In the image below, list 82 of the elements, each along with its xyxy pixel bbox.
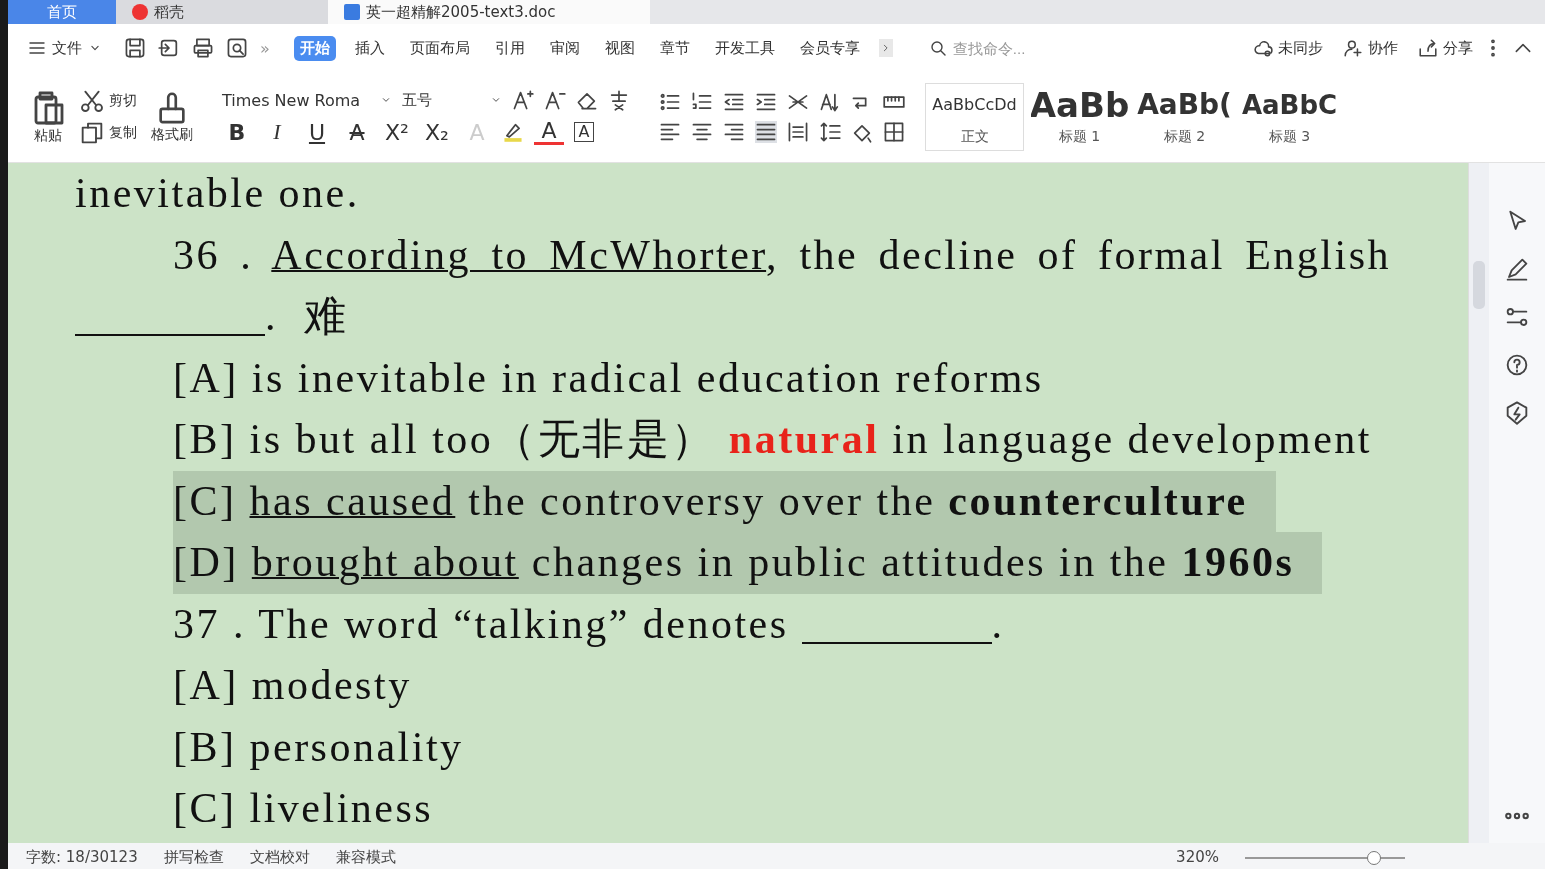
align-right-icon[interactable] [723,121,745,143]
format-button[interactable]: A [534,119,564,145]
document-tab[interactable]: 稻壳 [116,0,328,24]
font-size-field[interactable]: 五号 [402,90,502,110]
pen-icon[interactable] [1505,257,1529,281]
badge-icon[interactable] [1505,401,1529,425]
status-text[interactable]: 文档校对 [249,849,310,865]
search-field[interactable]: 查找命令... [928,38,1075,58]
distribute-icon[interactable] [787,121,809,143]
style-preset[interactable]: AaBbC 标题 3 [1240,83,1339,151]
collaborate-button[interactable]: 协作 [1343,38,1398,58]
copy-icon [80,121,104,145]
font-grow-icon[interactable] [512,89,534,111]
style-preset[interactable]: AaBbCcDd 正文 [925,83,1024,151]
ribbon-tab[interactable]: 插入 [348,35,391,61]
bullet-list-icon[interactable] [659,91,681,113]
format-button[interactable]: B [222,119,252,145]
format-button[interactable]: U [302,119,332,145]
text-line: . 难 [75,293,349,339]
indent-icon[interactable] [755,91,777,113]
menu-icon [28,39,46,57]
format-button[interactable]: X₂ [422,119,452,145]
text-line: inevitable one. [75,170,360,216]
ribbon-tab[interactable]: 会员专享 [793,35,866,61]
text-line: [B] is but all too（无非是） natural in language development [173,416,1373,462]
text-line: [B] personality [173,723,464,770]
preview-icon[interactable] [226,37,248,59]
file-menu-button[interactable]: 文件 [28,38,102,58]
font-shrink-icon[interactable] [544,89,566,111]
person-icon [1343,38,1363,58]
style-preset[interactable]: AaBb( 标题 2 [1135,83,1234,151]
save-icon[interactable] [124,37,146,59]
scrollbar[interactable] [1468,163,1489,843]
paste-button[interactable]: 粘贴 [30,89,66,145]
text-line: 37 . The word “talking” denotes . [173,600,1005,647]
cloud-icon [1253,38,1273,58]
search-icon [928,39,947,57]
document-icon [344,4,360,20]
ribbon-tab[interactable]: 开发工具 [708,35,781,61]
document-tab[interactable]: 英一超精解2005-text3.doc [328,0,650,24]
borders-icon[interactable] [883,121,905,143]
ribbon-tab[interactable]: 页面布局 [403,35,476,61]
copy-button[interactable]: 复制 [80,121,137,145]
format-button[interactable]: A [574,122,594,142]
share-button[interactable]: 分享 [1418,38,1473,58]
format-painter-button[interactable]: 格式刷 [151,90,193,144]
logo-icon [132,4,148,20]
ribbon-tab[interactable]: 审阅 [543,35,586,61]
ribbon-tab[interactable]: 引用 [488,35,531,61]
format-button[interactable]: A [342,119,372,145]
document-tab[interactable]: 首页 [8,0,116,24]
print-icon[interactable] [192,37,214,59]
justify-icon[interactable] [755,121,777,143]
status-text[interactable]: 拼写检查 [163,849,224,865]
phonetic-icon[interactable] [608,89,630,111]
format-button[interactable]: I [262,119,292,145]
sort-icon[interactable] [819,91,841,113]
ribbon-tab[interactable]: 章节 [653,35,696,61]
highlighted-text: [C] has caused the controversy over the counterculture [173,470,1276,532]
zoom-level[interactable]: 320% [1176,849,1219,865]
align-left-icon[interactable] [659,121,681,143]
status-text[interactable]: 兼容模式 [335,849,396,865]
help-icon[interactable] [1505,353,1529,377]
sync-button[interactable]: 未同步 [1253,38,1323,58]
ribbon-tab[interactable]: 视图 [598,35,641,61]
scissors-icon [80,89,104,113]
text-line: [A] modesty [173,662,412,708]
status-text[interactable]: 字数: 18/30123 [26,849,138,865]
align-center-icon[interactable] [691,121,713,143]
highlighted-text: [D] brought about changes in public attitudes in the 1960s [173,532,1323,594]
share-icon [1418,38,1438,58]
text-line: [C] liveliness [173,785,434,831]
cut-button[interactable]: 剪切 [80,89,137,113]
format-button[interactable]: X² [382,119,412,145]
outdent-icon[interactable] [723,91,745,113]
export-icon[interactable] [158,37,180,59]
sliders-icon[interactable] [1505,305,1529,329]
font-name-field[interactable]: Times New Roma [222,90,392,110]
text-line: [A] is inevitable in radical education reforms [173,354,1044,401]
text-line: 36 . According to McWhorter, the decline of formal English [173,230,1391,280]
highlighter-icon[interactable] [502,121,524,143]
line-spacing-icon[interactable] [819,121,841,143]
